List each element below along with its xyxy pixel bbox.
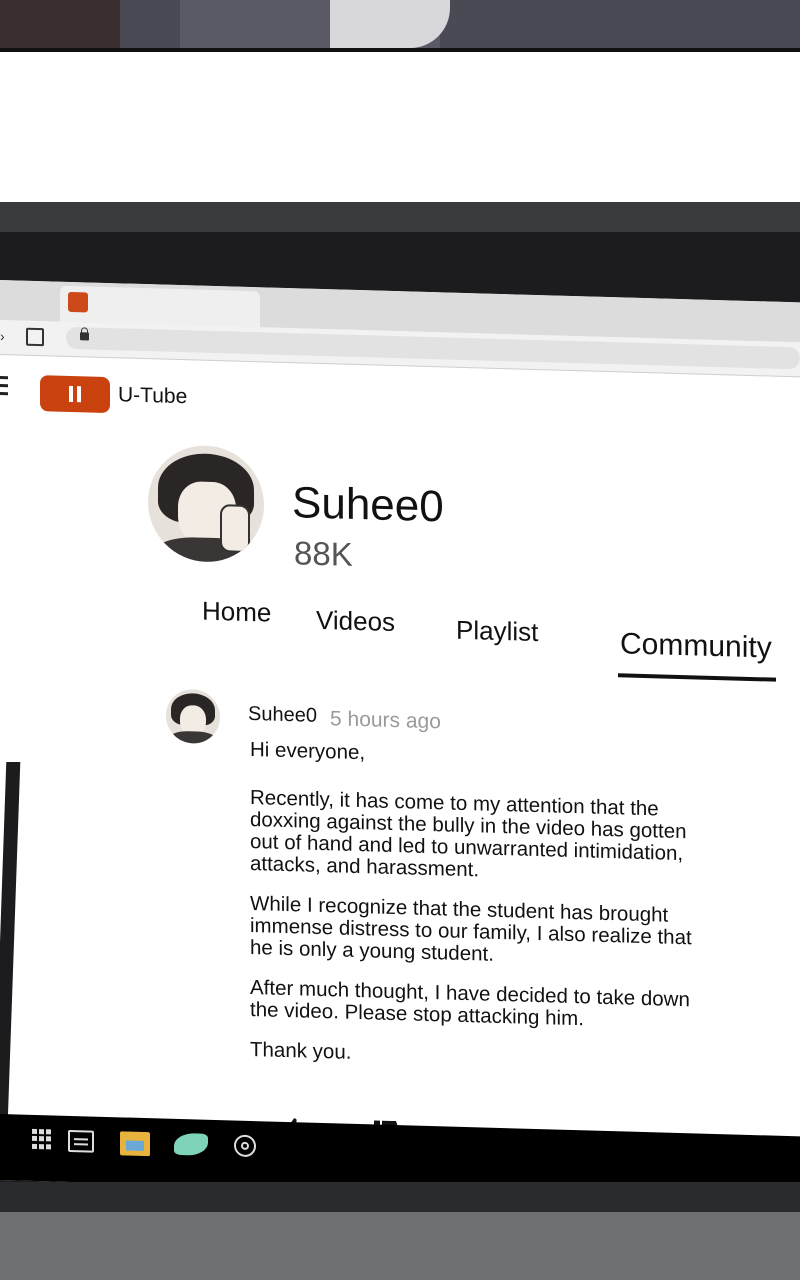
comic-gutter [0,52,800,202]
leaf-app-icon[interactable] [174,1132,208,1156]
browser-icon[interactable] [234,1134,256,1158]
post-body: Hi everyone, Recently, it has come to my… [250,737,720,1092]
post-paragraph: Recently, it has come to my attention th… [250,785,687,882]
channel-name: Suhee0 [292,478,444,532]
tab-videos[interactable]: Videos [316,605,395,638]
tab-playlist[interactable]: Playlist [456,615,538,648]
tab-favicon-icon [68,291,88,313]
task-view-icon[interactable] [68,1129,94,1153]
post-paragraph: Thank you. [250,1037,352,1064]
post-paragraph: While I recognize that the student has b… [250,891,692,966]
monitor-bezel-lip [0,1182,800,1212]
monitor-bezel-top [0,202,800,232]
brand-name: U-Tube [118,383,188,409]
post-paragraph: Hi everyone, [250,737,366,765]
post-paragraph: After much thought, I have decided to ta… [250,975,690,1031]
tab-community[interactable]: Community [620,627,772,665]
menu-icon[interactable] [0,375,8,396]
forward-icon[interactable]: › [0,328,5,344]
post-author-avatar[interactable] [166,688,220,745]
monitor-bezel-bottom [0,1182,800,1280]
post-author[interactable]: Suhee0 [248,703,317,728]
channel-avatar[interactable] [148,444,264,564]
start-grid-icon[interactable] [32,1128,52,1150]
tab-home[interactable]: Home [202,596,271,629]
active-tab-indicator [618,673,776,682]
browser-window: › U-Tube Suhee0 88K Home Videos Playlist… [0,280,800,1203]
panel-highlight [330,0,450,48]
stop-icon[interactable] [26,327,44,347]
subscriber-count: 88K [294,534,353,573]
logo-icon[interactable] [40,375,110,414]
lock-icon [80,332,89,341]
post-timestamp: 5 hours ago [330,707,441,734]
monitor: › U-Tube Suhee0 88K Home Videos Playlist… [0,202,800,1280]
comic-top-panel [0,0,800,52]
panel-shadow [0,0,120,52]
browser-tab[interactable] [60,285,260,328]
folder-icon[interactable] [120,1131,150,1157]
